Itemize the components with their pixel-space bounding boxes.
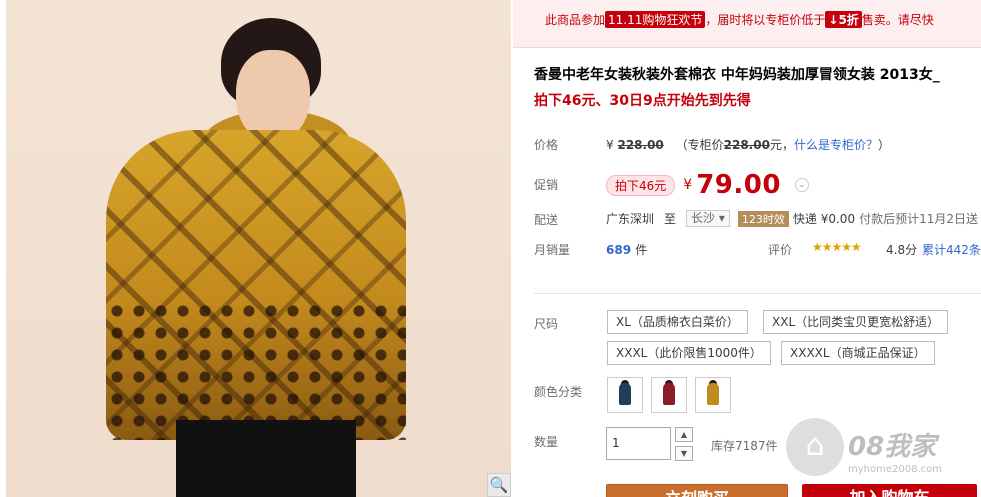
promotion-badge: 拍下46元 (606, 174, 676, 196)
monthly-sales: 689 件 (606, 241, 647, 258)
destination-city: 长沙 (691, 211, 716, 225)
promo-text-1: 此商品参加 (545, 13, 606, 27)
watermark-url: myhome2008.com (848, 464, 942, 475)
model-pants (176, 420, 356, 497)
rating-label: 评价 (768, 243, 793, 257)
color-swatch-navy[interactable] (607, 377, 643, 413)
shipping-row: 广东深圳 至 长沙 ▾ 123时效 快递 ¥0.00 付款后预计11月2日送 (606, 210, 978, 227)
counter-price-help-link[interactable]: 什么是专柜价？ (794, 138, 878, 152)
section-divider (534, 293, 981, 294)
destination-city-select[interactable]: 长沙 ▾ (686, 210, 730, 227)
promo-line: 此商品参加 11.11购物狂欢节 ，届时将以专柜价低于 ↓5折 售卖。请尽快 (545, 11, 934, 28)
swatch-figure (619, 383, 631, 405)
promotion-label: 促销 (534, 178, 559, 192)
watermark-brand: 08我家 (848, 432, 937, 462)
chevron-down-icon[interactable]: ⌄ (794, 178, 809, 192)
size-option-xl[interactable]: XL（品质棉衣白菜价） (607, 310, 748, 334)
express-fee: 快递 ¥0.00 (792, 212, 856, 226)
quantity-input[interactable]: 1 (606, 427, 671, 460)
product-image[interactable]: 🔍 (6, 0, 511, 497)
ship-from: 广东深圳 (606, 212, 655, 226)
counter-suffix: 元， (769, 138, 794, 152)
sales-count: 689 (606, 243, 632, 257)
house-icon: ⌂ (786, 418, 844, 476)
promotion-currency: ¥ (683, 177, 693, 193)
color-swatch-gold[interactable] (695, 377, 731, 413)
discount-tag: ↓5折 (825, 11, 862, 28)
monthly-sales-label: 月销量 (534, 243, 571, 257)
rating-score: 4.8分 (886, 243, 918, 257)
ship-to-word: 至 (664, 212, 677, 226)
size-option-xxxxl[interactable]: XXXXL（商城正品保证） (781, 341, 935, 365)
delivery-eta: 付款后预计11月2日送 (859, 212, 978, 226)
model-face (236, 50, 310, 142)
product-title: 香曼中老年女装秋装外套棉衣 中年妈妈装加厚冒领女装 2013女_ (534, 67, 940, 83)
close-paren: ） (877, 138, 890, 152)
stock-count: 库存7187件 (711, 439, 778, 453)
quantity-increase-button[interactable]: ▲ (675, 427, 693, 442)
quantity-label: 数量 (534, 435, 559, 449)
price-label: 价格 (534, 138, 559, 152)
shipping-label: 配送 (534, 213, 559, 227)
promo-text-2: ，届时将以专柜价低于 (705, 13, 826, 27)
promo-banner: 此商品参加 11.11购物狂欢节 ，届时将以专柜价低于 ↓5折 售卖。请尽快 (513, 0, 981, 48)
counter-price: 228.00 (723, 138, 770, 152)
original-price: 228.00 (617, 138, 664, 152)
price-row: ¥ 228.00 （专柜价228.00元，什么是专柜价？） (606, 136, 890, 153)
quantity-decrease-button[interactable]: ▼ (675, 446, 693, 461)
price-currency: ¥ (606, 138, 614, 152)
promotion-price: 79.00 (696, 170, 781, 200)
swatch-figure (707, 383, 719, 405)
size-option-xxl[interactable]: XXL（比同类宝贝更宽松舒适） (763, 310, 949, 334)
rating-stars-icon: ★★★★★ (812, 240, 862, 254)
color-swatch-red[interactable] (651, 377, 687, 413)
product-subtitle: 拍下46元、30日9点开始先到先得 (534, 93, 751, 109)
site-watermark: ⌂ 08我家 myhome2008.com (778, 410, 978, 490)
promo-text-3: 售卖。请尽快 (861, 13, 934, 27)
promotion-row: 拍下46元 ¥ 79.00 ⌄ (606, 170, 809, 200)
buy-now-button[interactable]: 立刻购买 (606, 484, 788, 497)
swatch-figure (663, 383, 675, 405)
delivery-time-badge: 123时效 (737, 210, 789, 227)
size-label: 尺码 (534, 317, 559, 331)
zoom-icon[interactable]: 🔍 (487, 473, 511, 497)
size-option-xxxl[interactable]: XXXL（此价限售1000件） (607, 341, 771, 365)
counter-prefix: （专柜价 (675, 138, 724, 152)
color-label: 颜色分类 (534, 385, 583, 399)
festival-tag: 11.11购物狂欢节 (605, 11, 706, 28)
dropdown-icon: ▾ (718, 211, 725, 225)
sales-unit: 件 (635, 243, 648, 257)
jacket-pattern (106, 300, 406, 440)
review-count-link[interactable]: 累计442条 (922, 241, 981, 258)
